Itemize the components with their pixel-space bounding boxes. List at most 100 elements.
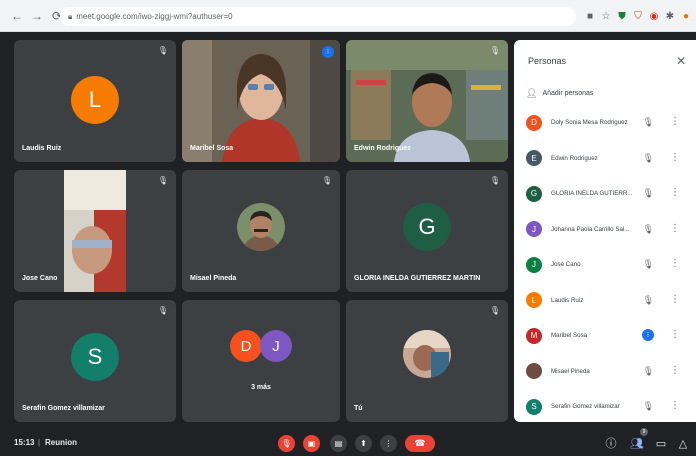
profile-avatar-icon[interactable]: ● bbox=[678, 8, 694, 24]
forward-icon[interactable]: → bbox=[28, 7, 46, 25]
video-feed bbox=[346, 40, 508, 162]
speaking-indicator-icon: ⁝ bbox=[322, 46, 334, 58]
mic-off-icon[interactable]: 🎙︎ bbox=[643, 224, 654, 235]
back-icon[interactable]: ← bbox=[8, 7, 26, 25]
participant-list: D Doly Sonia Mesa Rodriguez 🎙︎ ⋮ E Edwin… bbox=[514, 105, 696, 425]
panel-title: Personas bbox=[528, 56, 567, 66]
chat-icon[interactable]: ▭ bbox=[654, 436, 668, 450]
tile-self[interactable]: 🎙︎ Tú bbox=[346, 300, 508, 422]
tile-serafin-gomez[interactable]: S 🎙︎ Serafin Gomez villamizar bbox=[14, 300, 176, 422]
participant-name: Maribel Sosa bbox=[551, 332, 588, 340]
tile-misael-pineda[interactable]: 🎙︎ Misael Pineda bbox=[182, 170, 340, 292]
extension-red-icon[interactable]: ⛉ bbox=[630, 8, 646, 24]
camera-indicator-icon[interactable]: ■ bbox=[582, 8, 598, 24]
more-vert-icon[interactable]: ⋮ bbox=[670, 116, 680, 127]
participant-name: Misael Pineda bbox=[551, 367, 590, 375]
participant-name: Tú bbox=[354, 405, 363, 412]
participant-name: GLORIA INELDA GUTIERREZ MARTIN bbox=[354, 275, 481, 282]
list-item[interactable]: D Doly Sonia Mesa Rodriguez 🎙︎ ⋮ bbox=[514, 105, 696, 141]
info-icon[interactable]: ⓘ bbox=[604, 436, 618, 450]
camera-off-icon[interactable]: ▣ bbox=[303, 435, 320, 452]
extensions-puzzle-icon[interactable]: ✱ bbox=[662, 8, 678, 24]
people-panel: Personas ✕ 👤︎ Añadir personas D Doly Son… bbox=[514, 40, 696, 422]
video-feed bbox=[182, 40, 340, 162]
mic-off-icon: 🎙︎ bbox=[157, 306, 168, 315]
list-item[interactable]: E Edwin Rodriguez 🎙︎ ⋮ bbox=[514, 141, 696, 177]
people-icon[interactable]: 👥︎ bbox=[630, 436, 644, 450]
more-vert-icon[interactable]: ⋮ bbox=[670, 365, 680, 376]
more-vert-icon[interactable]: ⋮ bbox=[670, 152, 680, 163]
mic-off-icon: 🎙︎ bbox=[489, 46, 500, 55]
avatar bbox=[237, 203, 285, 251]
avatar: S bbox=[71, 333, 119, 381]
mic-off-icon: 🎙︎ bbox=[321, 176, 332, 185]
mic-off-icon[interactable]: 🎙︎ bbox=[643, 295, 654, 306]
list-item[interactable]: J Jose Cano 🎙︎ ⋮ bbox=[514, 247, 696, 283]
extension-shield-icon[interactable]: ⛊ bbox=[614, 8, 630, 24]
participant-photo-avatar bbox=[526, 363, 542, 380]
participant-avatar: M bbox=[526, 327, 542, 344]
tile-gloria-inelda[interactable]: G 🎙︎ GLORIA INELDA GUTIERREZ MARTIN bbox=[346, 170, 508, 292]
video-feed bbox=[64, 170, 126, 292]
more-vert-icon[interactable]: ⋮ bbox=[670, 258, 680, 269]
address-bar[interactable]: 🔒︎ meet.google.com/iwo-ziggj-wmi?authuse… bbox=[60, 7, 576, 26]
add-person-icon: 👤︎ bbox=[526, 88, 538, 98]
add-people-button[interactable]: 👤︎ Añadir personas bbox=[526, 88, 593, 99]
list-item[interactable]: G GLORIA INELDA GUTIERR... 🎙︎ ⋮ bbox=[514, 176, 696, 212]
mic-off-icon[interactable]: 🎙︎ bbox=[278, 435, 295, 452]
participant-avatar: S bbox=[526, 398, 542, 415]
participant-avatar: J bbox=[526, 221, 542, 238]
participant-avatar: G bbox=[526, 185, 542, 202]
present-icon[interactable]: ⬆ bbox=[355, 435, 372, 452]
mic-off-icon[interactable]: 🎙︎ bbox=[643, 401, 654, 412]
participant-name: Doly Sonia Mesa Rodriguez bbox=[551, 119, 628, 127]
list-item[interactable]: Misael Pineda 🎙︎ ⋮ bbox=[514, 354, 696, 390]
participant-name: Jose Cano bbox=[551, 261, 581, 269]
url-text: meet.google.com/iwo-ziggj-wmi?authuser=0 bbox=[76, 12, 233, 21]
tile-more-participants[interactable]: D J 3 más bbox=[182, 300, 340, 422]
close-icon[interactable]: ✕ bbox=[676, 54, 686, 68]
meeting-name: Reunion bbox=[45, 438, 77, 447]
more-vert-icon[interactable]: ⋮ bbox=[380, 435, 397, 452]
extension-o-icon[interactable]: ◉ bbox=[646, 8, 662, 24]
list-item[interactable]: M Maribel Sosa ⁝ ⋮ bbox=[514, 318, 696, 354]
add-people-label: Añadir personas bbox=[542, 90, 594, 97]
captions-icon[interactable]: ▤ bbox=[330, 435, 347, 452]
meeting-controls-bar: 15:13 | Reunion 🎙︎ ▣ ▤ ⬆ ⋮ ☎︎ ⓘ 👥︎ 9 ▭ △ bbox=[0, 428, 696, 456]
list-item[interactable]: S Serafin Gomez villamizar 🎙︎ ⋮ bbox=[514, 389, 696, 425]
tile-edwin-rodriguez[interactable]: 🎙︎ Edwin Rodriguez bbox=[346, 40, 508, 162]
participant-name: Edwin Rodriguez bbox=[551, 154, 598, 162]
participant-name: Serafin Gomez villamizar bbox=[551, 403, 620, 411]
participant-name: Johanna Paola Carrillo Sal... bbox=[551, 225, 630, 233]
tile-jose-cano[interactable]: 🎙︎ Jose Cano bbox=[14, 170, 176, 292]
participant-name: Misael Pineda bbox=[190, 275, 237, 282]
tile-laudis-ruiz[interactable]: L 🎙︎ Laudis Ruiz bbox=[14, 40, 176, 162]
more-count-label: 3 más bbox=[251, 384, 271, 391]
more-vert-icon[interactable]: ⋮ bbox=[670, 187, 680, 198]
mic-off-icon[interactable]: 🎙︎ bbox=[643, 366, 654, 377]
more-vert-icon[interactable]: ⋮ bbox=[670, 329, 680, 340]
participant-name: GLORIA INELDA GUTIERR... bbox=[551, 190, 633, 198]
avatar: L bbox=[71, 76, 119, 124]
more-vert-icon[interactable]: ⋮ bbox=[670, 400, 680, 411]
participant-name: Edwin Rodriguez bbox=[354, 145, 411, 152]
participant-name: Maribel Sosa bbox=[190, 145, 234, 152]
more-vert-icon[interactable]: ⋮ bbox=[670, 223, 680, 234]
bookmark-star-icon[interactable]: ☆ bbox=[598, 8, 614, 24]
tile-maribel-sosa[interactable]: ⁝ Maribel Sosa bbox=[182, 40, 340, 162]
call-end-icon[interactable]: ☎︎ bbox=[405, 435, 435, 452]
mic-off-icon[interactable]: 🎙︎ bbox=[643, 153, 654, 164]
mic-off-icon[interactable]: 🎙︎ bbox=[643, 117, 654, 128]
mic-off-icon[interactable]: 🎙︎ bbox=[643, 259, 654, 270]
list-item[interactable]: L Laudis Ruiz 🎙︎ ⋮ bbox=[514, 283, 696, 319]
participant-count-badge: 9 bbox=[640, 428, 648, 436]
participant-name: Laudis Ruiz bbox=[551, 296, 584, 304]
avatar-d: D bbox=[230, 330, 262, 362]
list-item[interactable]: J Johanna Paola Carrillo Sal... 🎙︎ ⋮ bbox=[514, 212, 696, 248]
browser-toolbar: ← → ⟳ 🔒︎ meet.google.com/iwo-ziggj-wmi?a… bbox=[0, 0, 696, 32]
participant-name: Laudis Ruiz bbox=[22, 145, 62, 152]
activities-icon[interactable]: △ bbox=[676, 436, 690, 450]
more-vert-icon[interactable]: ⋮ bbox=[670, 294, 680, 305]
mic-off-icon[interactable]: 🎙︎ bbox=[643, 188, 654, 199]
mic-off-icon: 🎙︎ bbox=[157, 46, 168, 55]
